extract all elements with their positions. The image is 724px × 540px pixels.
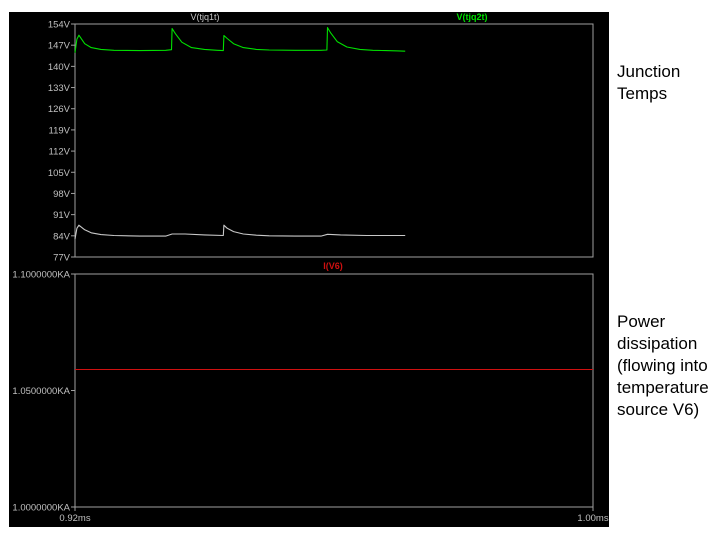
y-tick-label: 147V [48, 41, 71, 52]
power-dissipation-annotation: Power dissipation (flowing into temperat… [617, 311, 721, 421]
y-tick-label: 1.1000000KA [12, 270, 70, 281]
legend-entry: I(V6) [323, 261, 343, 271]
x-tick-label: 0.92ms [59, 513, 90, 524]
waveform-plots[interactable]: 154V 147V 140V 133V 126V 119V 112V 105V 98V 91V 84… [9, 12, 609, 527]
y-tick-label: 98V [53, 189, 71, 200]
y-tick-label: 119V [49, 125, 71, 136]
legend-entry: V(tjq2t) [457, 12, 488, 22]
annotation-line: source V6) [617, 400, 700, 419]
legend-entry: V(tjq1t) [190, 12, 219, 22]
y-tick-label: 91V [53, 210, 71, 221]
annotation-line: Temps [617, 84, 668, 103]
y-tick-label: 112V [49, 147, 71, 158]
plot-pane-1: 154V 147V 140V 133V 126V 119V 112V 105V 98V 91V 84… [48, 12, 594, 264]
annotation-line: temperature [617, 378, 709, 397]
annotation-line: Power [617, 312, 666, 331]
y-tick-label: 133V [48, 83, 71, 94]
y-tick-label: 1.0500000KA [12, 386, 70, 397]
waveform-viewer[interactable]: 154V 147V 140V 133V 126V 119V 112V 105V 98V 91V 84… [9, 12, 609, 527]
annotation-line: (flowing into [617, 356, 708, 375]
y-tick-label: 84V [53, 231, 71, 242]
y-tick-label: 1.0000000KA [12, 503, 70, 514]
series-trace-vtjq1t [74, 224, 406, 240]
plot-frame [74, 23, 594, 258]
plot-pane-2: 1.1000000KA 1.0500000KA 1.0000000KA0.92ms 1… [12, 261, 608, 524]
y-tick-label: 77V [53, 253, 71, 264]
y-tick-label: 126V [48, 104, 71, 115]
y-tick-label: 105V [48, 168, 71, 179]
y-tick-label: 154V [48, 20, 71, 31]
series-trace-vtjq2t [74, 27, 406, 53]
annotation-line: Junction [617, 62, 681, 81]
y-tick-label: 140V [48, 62, 71, 73]
junction-temps-annotation: Junction Temps [617, 61, 721, 105]
x-tick-label: 1.00ms [577, 513, 608, 524]
plot-frame [74, 273, 594, 508]
annotation-line: dissipation [617, 334, 698, 353]
